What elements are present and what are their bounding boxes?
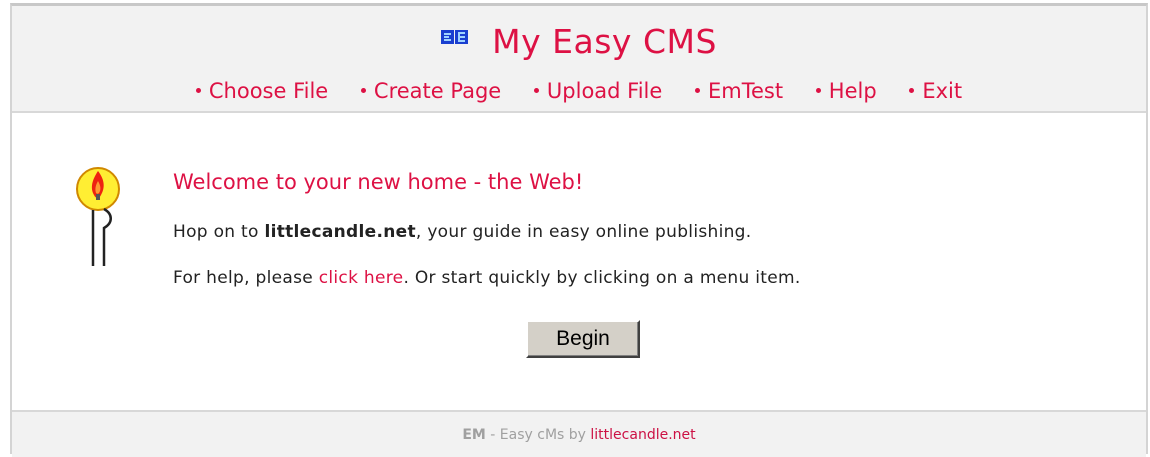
menu-item-choose-file[interactable]: Choose File [195, 79, 329, 103]
menu-item-label: EmTest [708, 79, 784, 103]
menu-item-emtest[interactable]: EmTest [695, 79, 783, 103]
main-menu: Choose File Create Page Upload File EmTe… [12, 79, 1146, 103]
menu-item-label: Create Page [373, 79, 502, 103]
intro-suffix: , your guide in easy online publishing. [415, 222, 752, 242]
header: My Easy CMS Choose File Create Page Uplo… [12, 6, 1146, 113]
menu-item-label: Exit [922, 79, 963, 103]
menu-item-upload-file[interactable]: Upload File [533, 79, 663, 103]
bullet-icon [815, 87, 821, 93]
app-title: My Easy CMS [492, 22, 717, 61]
menu-item-label: Choose File [208, 79, 329, 103]
footer: EM - Easy cMs by littlecandle.net [12, 410, 1146, 457]
site-name: littlecandle.net [264, 222, 416, 242]
footer-text: - Easy cMs by [485, 427, 591, 443]
begin-button[interactable]: Begin [526, 320, 640, 358]
footer-brand: EM [462, 427, 486, 443]
bullet-icon [533, 87, 539, 93]
intro-prefix: Hop on to [173, 222, 265, 242]
menu-item-label: Help [828, 79, 877, 103]
welcome-heading: Welcome to your new home - the Web! [173, 170, 584, 194]
menu-item-create-page[interactable]: Create Page [360, 79, 502, 103]
click-here-link[interactable]: click here [319, 268, 404, 288]
footer-link[interactable]: littlecandle.net [590, 427, 695, 443]
help-prefix: For help, please [173, 268, 319, 288]
help-suffix: . Or start quickly by clicking on a menu… [403, 268, 801, 288]
intro-text: Hop on to littlecandle.net, your guide i… [173, 222, 751, 242]
bullet-icon [909, 87, 915, 93]
title-row: My Easy CMS [12, 22, 1146, 61]
menu-item-help[interactable]: Help [815, 79, 877, 103]
bullet-icon [195, 87, 201, 93]
app-frame: My Easy CMS Choose File Create Page Uplo… [10, 3, 1148, 457]
menu-item-exit[interactable]: Exit [909, 79, 962, 103]
bullet-icon [360, 87, 366, 93]
bullet-icon [695, 87, 700, 93]
menu-item-label: Upload File [546, 79, 663, 103]
candle-icon [74, 159, 130, 273]
help-text: For help, please click here. Or start qu… [173, 268, 801, 288]
eb-logo-icon [441, 28, 469, 50]
